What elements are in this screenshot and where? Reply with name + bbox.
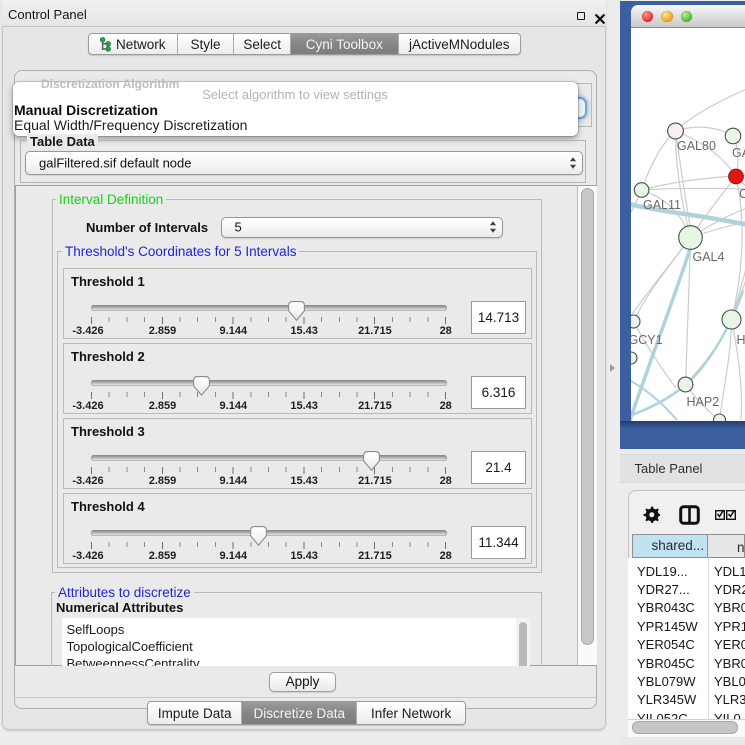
svg-text:GAL80: GAL80 — [677, 139, 716, 153]
svg-text:GAL8: GAL8 — [732, 146, 745, 160]
svg-text:HAP2: HAP2 — [687, 395, 720, 409]
svg-text:GAL11: GAL11 — [643, 198, 681, 212]
svg-text:HA: HA — [737, 333, 745, 347]
svg-text:GCY1: GCY1 — [631, 333, 663, 347]
svg-text:GAL4: GAL4 — [693, 250, 725, 264]
svg-text:CY: CY — [739, 187, 745, 201]
